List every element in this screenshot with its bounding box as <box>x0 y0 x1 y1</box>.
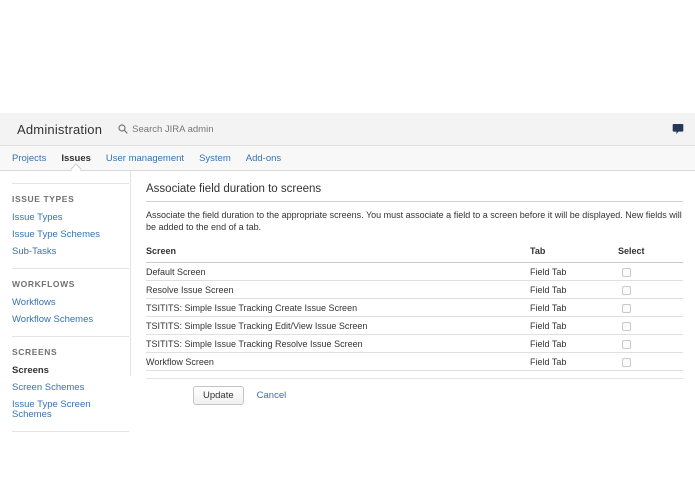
sidebar-item-sub-tasks[interactable]: Sub-Tasks <box>12 247 129 257</box>
table-row: TSITITS: Simple Issue Tracking Resolve I… <box>146 334 683 354</box>
update-button[interactable]: Update <box>193 386 244 406</box>
table-row: TSITITS: Simple Issue Tracking Edit/View… <box>146 316 683 336</box>
tab-add-ons[interactable]: Add-ons <box>246 153 281 164</box>
table-row: Resolve Issue Screen Field Tab <box>146 280 683 300</box>
screen-name-cell: Default Screen <box>146 262 530 282</box>
select-checkbox[interactable] <box>622 303 631 313</box>
jira-admin-page: Administration Projects Issues User mana… <box>0 0 695 494</box>
tab-cell: Field Tab <box>530 334 618 354</box>
select-cell <box>618 352 683 372</box>
col-header-tab: Tab <box>530 242 618 264</box>
screen-name-cell: Workflow Screen <box>146 352 530 372</box>
sidebar-item-workflows[interactable]: Workflows <box>12 298 129 308</box>
select-cell <box>618 280 683 300</box>
cancel-link[interactable]: Cancel <box>257 390 287 401</box>
sidebar-section-workflows: WORKFLOWS Workflows Workflow Schemes <box>12 269 129 337</box>
tab-issues[interactable]: Issues <box>61 153 91 164</box>
tab-cell: Field Tab <box>530 352 618 372</box>
table-header-row: Screen Tab Select <box>146 242 683 264</box>
select-checkbox[interactable] <box>622 285 631 295</box>
sidebar-item-issue-type-screen-schemes[interactable]: Issue Type Screen Schemes <box>12 400 129 420</box>
content-description: Associate the field duration to the appr… <box>146 210 682 232</box>
col-header-select: Select <box>618 242 683 264</box>
sidebar-section-issue-types: ISSUE TYPES Issue Types Issue Type Schem… <box>12 184 129 269</box>
select-cell <box>618 298 683 318</box>
select-cell <box>618 334 683 354</box>
app-header: Administration <box>0 113 695 146</box>
search-input[interactable] <box>132 123 283 135</box>
sidebar: ISSUE TYPES Issue Types Issue Type Schem… <box>12 183 129 432</box>
select-cell <box>618 316 683 336</box>
sidebar-section-screens: SCREENS Screens Screen Schemes Issue Typ… <box>12 337 129 432</box>
screens-table: Screen Tab Select Default Screen Field T… <box>146 242 683 372</box>
content-title: Associate field duration to screens <box>146 180 683 202</box>
select-checkbox[interactable] <box>622 339 631 349</box>
feedback-bubble-icon <box>672 124 684 135</box>
tab-projects[interactable]: Projects <box>12 153 46 164</box>
feedback-button[interactable] <box>672 123 684 135</box>
admin-nav: Projects Issues User management System A… <box>0 146 695 171</box>
screen-name-cell: TSITITS: Simple Issue Tracking Edit/View… <box>146 316 530 336</box>
sidebar-item-issue-type-schemes[interactable]: Issue Type Schemes <box>12 230 129 240</box>
table-row: Default Screen Field Tab <box>146 262 683 282</box>
sidebar-item-workflow-schemes[interactable]: Workflow Schemes <box>12 315 129 325</box>
main-content: Associate field duration to screens Asso… <box>146 180 683 406</box>
select-checkbox[interactable] <box>622 321 631 331</box>
select-checkbox[interactable] <box>622 357 631 367</box>
sidebar-item-screens[interactable]: Screens <box>12 366 129 376</box>
sidebar-item-screen-schemes[interactable]: Screen Schemes <box>12 383 129 393</box>
screen-name-cell: TSITITS: Simple Issue Tracking Resolve I… <box>146 334 530 354</box>
admin-search <box>118 123 283 135</box>
sidebar-item-issue-types[interactable]: Issue Types <box>12 213 129 223</box>
screen-name-cell: TSITITS: Simple Issue Tracking Create Is… <box>146 298 530 318</box>
tab-system[interactable]: System <box>199 153 231 164</box>
sidebar-heading-issue-types: ISSUE TYPES <box>12 194 75 204</box>
tab-cell: Field Tab <box>530 298 618 318</box>
form-actions: Update Cancel <box>146 386 683 406</box>
tab-cell: Field Tab <box>530 316 618 336</box>
sidebar-content-divider <box>130 171 131 376</box>
sidebar-heading-screens: SCREENS <box>12 347 58 357</box>
table-row: Workflow Screen Field Tab <box>146 352 683 372</box>
form-divider <box>146 378 683 380</box>
table-row: TSITITS: Simple Issue Tracking Create Is… <box>146 298 683 318</box>
tab-cell: Field Tab <box>530 280 618 300</box>
select-checkbox[interactable] <box>622 267 631 277</box>
select-cell <box>618 262 683 282</box>
screen-name-cell: Resolve Issue Screen <box>146 280 530 300</box>
tab-user-management[interactable]: User management <box>106 153 184 164</box>
page-title: Administration <box>17 121 103 137</box>
tab-cell: Field Tab <box>530 262 618 282</box>
col-header-screen: Screen <box>146 242 530 264</box>
sidebar-heading-workflows: WORKFLOWS <box>12 279 75 289</box>
search-icon <box>118 124 128 134</box>
